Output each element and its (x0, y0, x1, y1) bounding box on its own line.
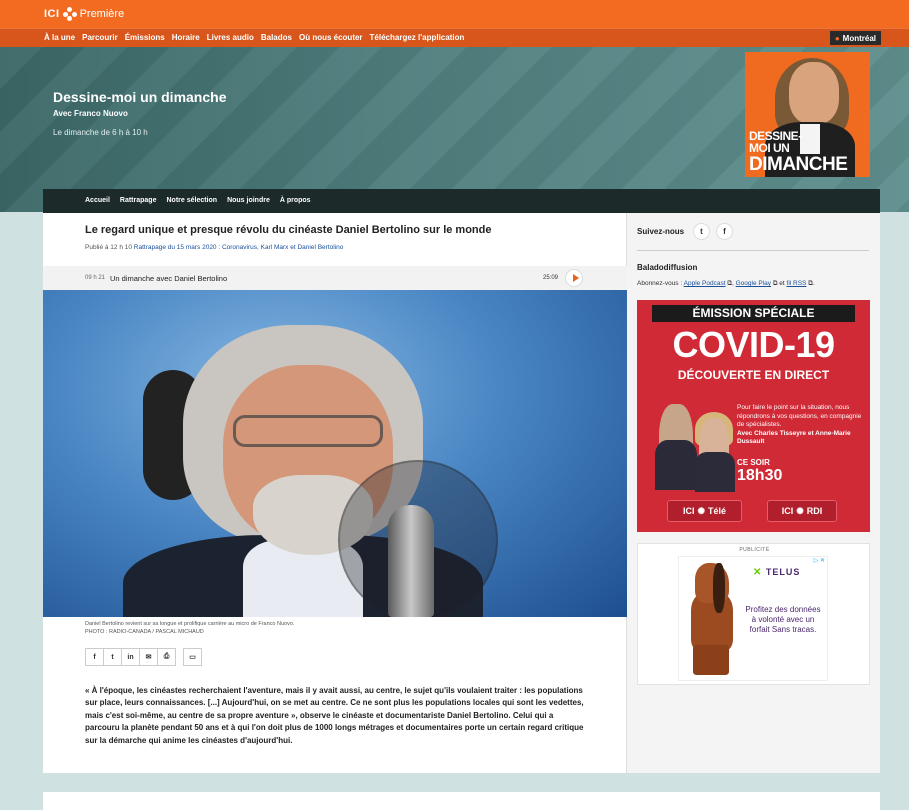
photo-caption: Daniel Bertolino revient sur sa longue e… (85, 620, 485, 636)
apple-podcast-link[interactable]: Apple Podcast (684, 280, 726, 287)
logo-ici-text: ICI (44, 8, 60, 20)
sidebar: Suivez-nous t f Baladodiffusion Abonnez-… (627, 213, 880, 773)
show-title[interactable]: Dessine-moi un dimanche (53, 89, 226, 105)
main-nav: À la une Parcourir Émissions Horaire Liv… (0, 28, 909, 47)
nav-item-telechargez[interactable]: Téléchargez l'application (370, 33, 465, 42)
show-hero: Dessine-moi un dimanche Avec Franco Nuov… (0, 47, 909, 212)
cover-title-line2: MOI UN (749, 141, 790, 155)
segment-duration: 25:09 (543, 275, 559, 281)
nav-item-balados[interactable]: Balados (261, 33, 292, 42)
horse-illustration (687, 563, 735, 675)
photo-glasses (233, 415, 383, 447)
share-linkedin-icon[interactable]: in (121, 648, 140, 666)
and-word: et (779, 280, 785, 287)
article-column: Le regard unique et presque révolu du ci… (43, 213, 627, 773)
google-play-link[interactable]: Google Play (736, 280, 771, 287)
gem-icon: ✺ (697, 505, 706, 516)
subscribe-label: Abonnez-vous : (637, 280, 683, 287)
episode-link[interactable]: Rattrapage du 15 mars 2020 : Coronavirus… (134, 244, 344, 251)
ici-tele-logo: ICI ✺ Télé (667, 500, 742, 522)
cover-title-line3: DIMANCHE (749, 154, 848, 175)
share-email-icon[interactable]: ✉ (139, 648, 158, 666)
share-toolbar: f t in ✉ ⎙ ▭ (85, 648, 202, 666)
covid-tonight: CE SOIR (737, 458, 770, 467)
host-suit-woman (695, 452, 735, 492)
article-meta: Publié à 12 h 10 Rattrapage du 15 mars 2… (85, 244, 343, 251)
ad-message: Profitez des données à volonté avec un f… (745, 605, 821, 634)
podcast-title: Baladodiffusion (637, 263, 698, 272)
location-pin-icon: ● (834, 33, 840, 43)
ici-rdi-logo: ICI ✺ RDI (767, 500, 837, 522)
segment-title[interactable]: Un dimanche avec Daniel Bertolino (110, 274, 227, 283)
gem-icon: ✺ (796, 505, 804, 516)
nav-item-a-la-une[interactable]: À la une (44, 33, 75, 42)
nav-item-parcourir[interactable]: Parcourir (82, 33, 118, 42)
article-body: « À l'époque, les cinéastes recherchaien… (85, 686, 584, 745)
submenu-a-propos[interactable]: À propos (280, 197, 311, 204)
show-host: Avec Franco Nuovo (53, 109, 128, 118)
share-facebook-icon[interactable]: f (85, 648, 104, 666)
telus-logo: ✕ TELUS (753, 567, 800, 578)
cover-host-shirt (800, 124, 820, 154)
ici-tele-ici: ICI (682, 506, 695, 516)
segment-time: 09 h 21 (85, 275, 106, 281)
submenu-nous-joindre[interactable]: Nous joindre (227, 197, 270, 204)
nav-item-livres-audio[interactable]: Livres audio (207, 33, 254, 42)
covid-hosts: Avec Charles Tisseyre et Anne-Marie Duss… (737, 429, 851, 446)
show-schedule: Le dimanche de 6 h à 10 h (53, 128, 148, 137)
next-section-card (43, 792, 880, 810)
covid-special-ad[interactable]: ÉMISSION SPÉCIALE COVID-19 DÉCOUVERTE EN… (637, 300, 870, 532)
advertisement: PUBLICITÉ ▷ ✕ ✕ TELUS Profitez des donné… (637, 543, 870, 685)
twitter-icon[interactable]: t (693, 223, 710, 240)
photo-microphone (388, 505, 434, 617)
adchoices-icon[interactable]: ▷ ✕ (814, 557, 825, 564)
submenu-notre-selection[interactable]: Notre sélection (166, 197, 217, 204)
nav-item-emissions[interactable]: Émissions (125, 33, 165, 42)
ici-premiere-logo[interactable]: ICI Première (44, 7, 124, 21)
submenu-rattrapage[interactable]: Rattrapage (120, 197, 157, 204)
telus-x-icon: ✕ (753, 567, 763, 578)
audio-segment: 09 h 21 Un dimanche avec Daniel Bertolin… (43, 266, 627, 290)
photo-credit: PHOTO : RADIO-CANADA / PASCAL MICHAUD (85, 629, 204, 635)
covid-banner: ÉMISSION SPÉCIALE (652, 305, 855, 322)
city-label: Montréal (842, 33, 876, 43)
covid-description: Pour faire le point sur la situation, no… (737, 404, 862, 447)
follow-label: Suivez-nous (637, 227, 685, 236)
telus-brand-text: TELUS (765, 567, 801, 577)
covid-desc-text: Pour faire le point sur la situation, no… (737, 404, 862, 428)
ici-tele-name: Télé (708, 506, 727, 516)
published-time: Publié à 12 h 10 (85, 244, 132, 251)
article-title: Le regard unique et presque révolu du ci… (85, 224, 492, 236)
covid-headline: COVID-19 (672, 324, 835, 365)
ici-rdi-name: RDI (806, 506, 823, 516)
print-icon[interactable]: ⎙ (157, 648, 176, 666)
facebook-icon[interactable]: f (716, 223, 733, 240)
comment-icon[interactable]: ▭ (183, 648, 202, 666)
radio-canada-gem-icon (62, 7, 77, 21)
caption-text: Daniel Bertolino revient sur sa longue e… (85, 621, 295, 627)
podcast-subscribe: Abonnez-vous : Apple Podcast ⧉, Google P… (637, 280, 815, 287)
show-submenu: Accueil Rattrapage Notre sélection Nous … (43, 189, 880, 213)
ad-label: PUBLICITÉ (739, 547, 770, 553)
covid-live: DÉCOUVERTE EN DIRECT (677, 368, 830, 382)
top-bar: ICI Première (0, 0, 909, 28)
submenu-accueil[interactable]: Accueil (85, 197, 110, 204)
rss-link[interactable]: fil RSS (787, 280, 807, 287)
sidebar-divider (637, 250, 869, 251)
covid-hour: 18h30 (737, 467, 783, 484)
show-cover-art: DESSINE- MOI UN DIMANCHE (745, 52, 870, 177)
nav-item-horaire[interactable]: Horaire (172, 33, 200, 42)
logo-premiere-text: Première (79, 8, 125, 20)
article-photo (43, 290, 627, 617)
cover-host-face (789, 62, 839, 124)
telus-ad[interactable]: ▷ ✕ ✕ TELUS Profitez des données à volon… (678, 556, 828, 681)
play-icon[interactable] (565, 269, 583, 287)
share-twitter-icon[interactable]: t (103, 648, 122, 666)
ici-rdi-ici: ICI (781, 506, 794, 516)
nav-item-ou-nous-ecouter[interactable]: Où nous écouter (299, 33, 363, 42)
host-suit-man (655, 440, 697, 490)
city-selector[interactable]: ● Montréal (829, 31, 881, 45)
